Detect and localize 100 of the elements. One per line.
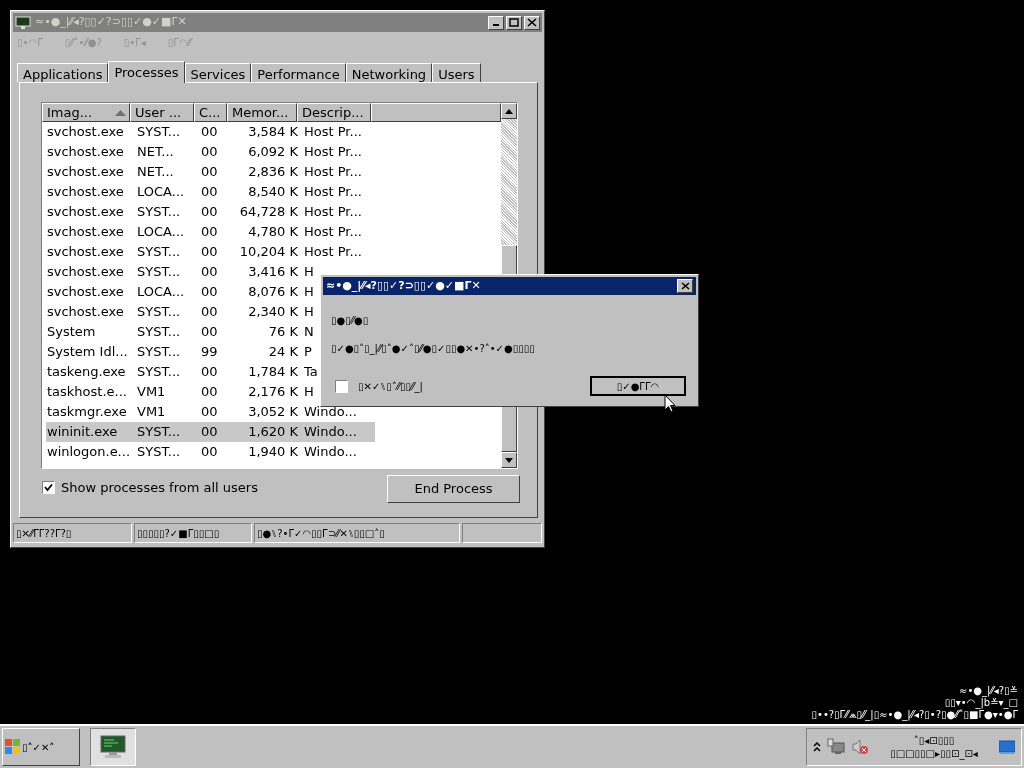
table-cell-text: taskeng.exe [46,363,127,382]
close-button[interactable] [677,279,693,293]
monitor-icon [98,734,128,760]
table-cell-text: svchost.exe [46,203,125,222]
column-header[interactable]: Memor... [227,103,297,122]
chevron-up-icon[interactable] [813,742,821,752]
table-cell-text: H [303,303,315,322]
table-cell-text: SYST... [136,263,182,282]
table-cell-text: LOCA... [136,183,186,202]
table-cell-text: 4,780 K [247,223,299,242]
checkbox-label: ▯✕✓⑊▯˄⁄⁄▯▯⁄⁄_| [358,379,424,394]
table-cell-text: Ta [303,363,319,382]
table-cell-text: svchost.exe [46,223,125,242]
maximize-button[interactable] [506,15,522,30]
table-cell-text: H [303,283,315,302]
windows-logo-icon [5,739,21,755]
table-cell-text: 24 K [267,343,299,362]
table-cell-text: svchost.exe [46,243,125,262]
table-cell-text: NET... [136,163,175,182]
end-process-button[interactable]: End Process [387,475,520,503]
table-cell-text: svchost.exe [46,263,125,282]
table-row[interactable]: svchost.exe NET... 00 2,836 K Host Pr... [46,162,375,182]
table-cell-text: 6,092 K [247,143,299,162]
table-cell-text: 10,204 K [238,243,299,262]
table-cell-text: SYST... [136,303,182,322]
table-cell-text: 3,052 K [247,403,299,422]
table-row[interactable]: svchost.exe SYST... 00 3,584 K Host Pr... [46,122,375,142]
tab[interactable]: Services [184,63,252,82]
table-cell-text: wininit.exe [46,423,119,442]
table-cell-text: P [303,343,313,362]
close-button[interactable] [524,15,540,30]
table-cell-text: Windo... [303,423,358,442]
status-bar-section: ▯▯▯▯▯?✓■Γ▯▯□▯ [134,523,252,543]
window-title: ≈•●_|⁄⁄◂?▯▯✓?⊃▯▯✓●✓■Γ✕ [35,14,188,31]
table-cell-text: 00 [200,123,219,142]
tab[interactable]: Networking [345,63,433,82]
table-cell-text: 1,784 K [247,363,299,382]
table-cell-text: SYST... [136,443,182,462]
triangle-down-icon [505,457,513,463]
column-header[interactable]: Descrip... [297,103,371,122]
tab[interactable]: Users [432,63,481,82]
start-button[interactable]: ▯˄✓✕˄ [2,728,80,766]
table-cell-text: N [303,323,315,342]
table-cell-text: svchost.exe [46,123,125,142]
close-icon [680,282,690,290]
column-label: Descrip... [302,104,364,121]
tab[interactable]: Performance [251,63,346,82]
table-cell-text: 2,340 K [247,303,299,322]
table-cell-text: SYST... [136,123,182,142]
desktop-text: ▯▯▾•◠_|b≚▾_□ [944,697,1018,709]
table-cell-text: SYST... [136,203,182,222]
table-cell-text: Windo... [303,443,358,462]
table-cell-text: 1,940 K [247,443,299,462]
column-header[interactable]: Imag... [42,103,130,122]
table-row[interactable]: wininit.exe SYST... 00 1,620 K Windo... [46,422,375,442]
scroll-up-button[interactable] [501,103,517,119]
column-label: Imag... [47,104,93,121]
table-cell-text: System Idl... [46,343,129,362]
table-cell-text: 2,836 K [247,163,299,182]
desktop-text: ≈•●_|⁄⁄◂?▯≚ [959,685,1018,697]
tab[interactable]: Applications [17,63,109,82]
table-cell-text: svchost.exe [46,143,125,162]
table-cell-text: 00 [200,183,219,202]
speaker-muted-icon[interactable] [851,738,869,756]
column-label: User ... [135,104,182,121]
table-cell-text: SYST... [136,243,182,262]
table-cell-text: LOCA... [136,283,186,302]
show-desktop-icon[interactable] [999,739,1015,755]
minimize-button[interactable] [488,15,504,30]
table-cell-text: 00 [200,423,219,442]
table-cell-text: System [46,323,97,342]
network-icon[interactable] [827,738,845,756]
table-row[interactable]: winlogon.e... SYST... 00 1,940 K Windo... [46,442,375,462]
checkbox[interactable] [42,481,55,495]
table-cell-text: 00 [200,243,219,262]
table-cell-text: 3,416 K [247,263,299,282]
taskbar-button[interactable] [90,728,136,766]
table-row[interactable]: svchost.exe LOCA... 00 4,780 K Host Pr... [46,222,375,242]
desktop-text: ▯••?▯Γ⁄⁄⩕▯⁄⁄_|▯≈•●_|⁄⁄◂?▯•?▯●⁄⁄˄▯■Γ●▾•●Γ [811,709,1018,721]
table-row[interactable]: svchost.exe LOCA... 00 8,540 K Host Pr... [46,182,375,202]
table-cell-text: 00 [200,443,219,462]
monitor-icon [15,15,31,30]
close-icon [527,18,537,27]
checkbox[interactable] [335,379,348,393]
table-cell-text: taskhost.e... [46,383,128,402]
maximize-icon [509,18,519,27]
sort-arrow-icon [115,110,126,116]
table-row[interactable]: svchost.exe SYST... 00 10,204 K Host Pr... [46,242,375,262]
table-cell-text: Host Pr... [303,143,363,162]
table-row[interactable]: taskmgr.exe VM1 00 3,052 K Windo... [46,402,375,422]
table-row[interactable]: svchost.exe SYST... 00 64,728 K Host Pr... [46,202,375,222]
table-row[interactable]: svchost.exe NET... 00 6,092 K Host Pr... [46,142,375,162]
tab[interactable]: Processes [108,61,185,83]
column-header[interactable]: User ... [130,103,194,122]
column-header[interactable]: C... [194,103,227,122]
dialog-button[interactable]: ▯✓●ΓΓ◠ [590,376,686,396]
table-cell-text: LOCA... [136,223,186,242]
scroll-down-button[interactable] [501,452,517,468]
table-cell-text: SYST... [136,343,182,362]
table-cell-text: 00 [200,403,219,422]
